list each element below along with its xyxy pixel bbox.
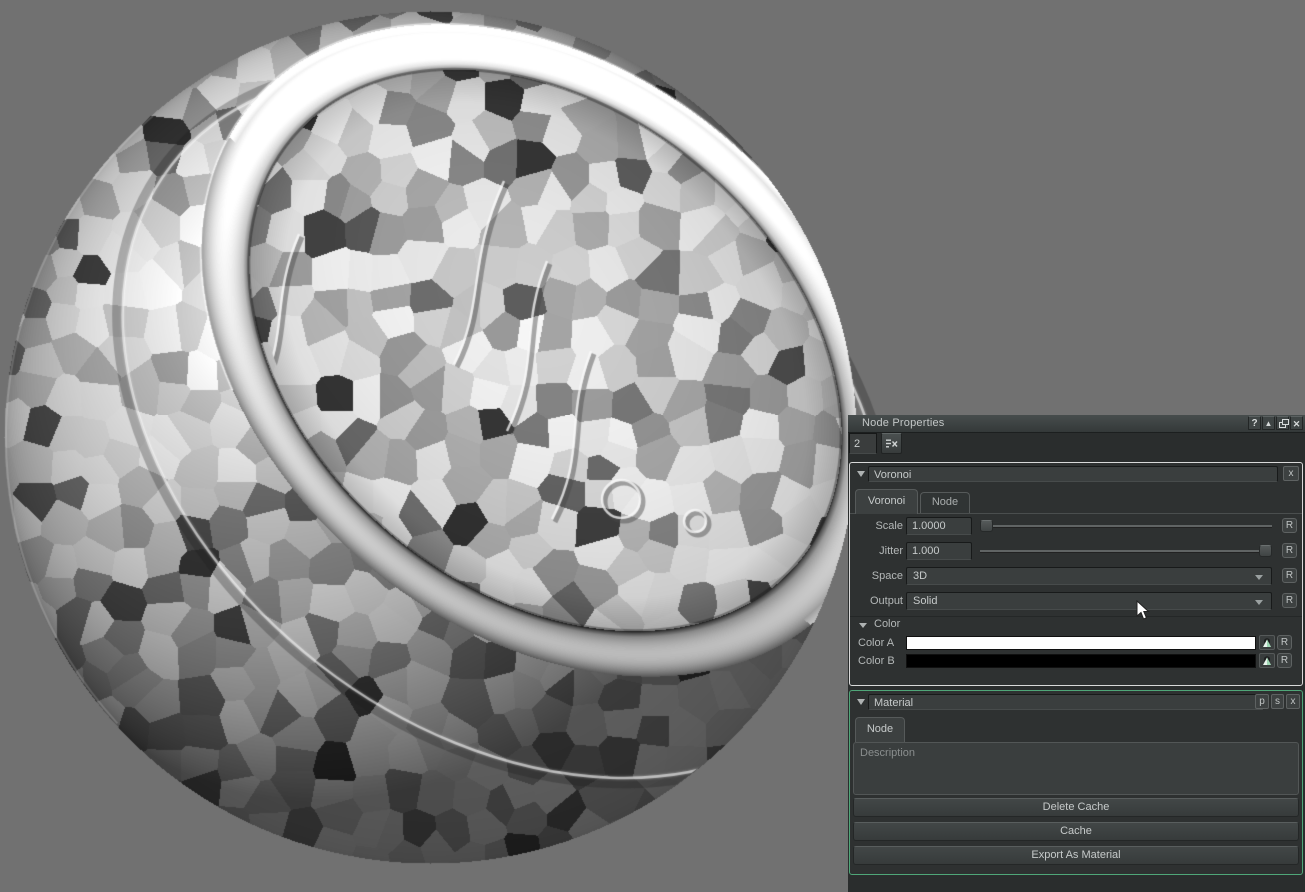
export-as-material-button[interactable]: Export As Material (853, 846, 1299, 865)
collapse-triangle-icon[interactable] (857, 471, 865, 477)
panel-header[interactable]: Node Properties ? ▲ ✕ (848, 415, 1305, 433)
material-title-field[interactable]: Material (868, 694, 1264, 710)
output-row: Output Solid R (850, 591, 1302, 612)
color-a-picker-button[interactable] (1259, 635, 1275, 650)
space-dropdown-value: 3D (913, 570, 927, 582)
scale-input[interactable] (906, 517, 972, 535)
color-b-row: Color B R (850, 653, 1302, 670)
scale-slider[interactable] (980, 518, 1272, 534)
collapse-triangle-icon[interactable] (857, 699, 865, 705)
material-s-button[interactable]: s (1271, 694, 1284, 709)
color-b-label: Color B (858, 653, 895, 669)
color-a-label: Color A (858, 635, 894, 651)
slider-handle[interactable] (980, 520, 993, 532)
space-row: Space 3D R (850, 566, 1302, 587)
output-dropdown[interactable]: Solid (906, 592, 1272, 610)
collapse-triangle-icon (859, 623, 867, 628)
color-b-picker-button[interactable] (1259, 653, 1275, 668)
output-label: Output (850, 591, 903, 611)
space-label: Space (850, 566, 903, 586)
jitter-slider[interactable] (980, 543, 1272, 559)
chevron-down-icon (1255, 575, 1263, 580)
tab-voronoi[interactable]: Voronoi (855, 489, 918, 514)
space-dropdown[interactable]: 3D (906, 567, 1272, 585)
description-textarea[interactable] (853, 742, 1299, 795)
cache-button[interactable]: Cache (853, 822, 1299, 841)
chevron-down-icon (1255, 600, 1263, 605)
clear-list-button[interactable] (881, 433, 902, 454)
material-tabs: Node (850, 717, 1302, 741)
voronoi-tabs: Voronoi Node (850, 489, 1302, 514)
color-picker-icon (1262, 638, 1272, 648)
material-p-button[interactable]: p (1255, 694, 1269, 709)
tab-material-node[interactable]: Node (855, 717, 905, 742)
panel-header-controls: ? ▲ ✕ (1248, 416, 1303, 430)
color-b-reset-button[interactable]: R (1277, 653, 1292, 668)
delete-cache-button[interactable]: Delete Cache (853, 798, 1299, 817)
application-window: Node Properties ? ▲ ✕ Voronoi x (0, 0, 1305, 892)
help-icon[interactable]: ? (1248, 416, 1261, 430)
slider-handle[interactable] (1259, 545, 1272, 557)
color-a-swatch[interactable] (906, 636, 1256, 650)
voronoi-title-field[interactable]: Voronoi (868, 466, 1278, 482)
jitter-input[interactable] (906, 542, 972, 560)
color-picker-icon (1262, 656, 1272, 666)
color-a-row: Color A R (850, 635, 1302, 652)
voronoi-group: Voronoi x Voronoi Node Scale R Jitter (849, 462, 1303, 686)
color-a-reset-button[interactable]: R (1277, 635, 1292, 650)
panel-title: Node Properties (862, 417, 945, 429)
pin-icon[interactable]: ▲ (1262, 416, 1275, 430)
scale-reset-button[interactable]: R (1282, 518, 1297, 533)
color-section-title: Color (874, 618, 900, 630)
voronoi-close-button[interactable]: x (1283, 466, 1299, 481)
mouse-cursor (1136, 600, 1150, 621)
color-b-swatch[interactable] (906, 654, 1256, 668)
jitter-row: Jitter R (850, 541, 1302, 562)
node-properties-panel: Node Properties ? ▲ ✕ Voronoi x (848, 415, 1305, 892)
slider-track (980, 550, 1272, 553)
space-reset-button[interactable]: R (1282, 568, 1297, 583)
restore-icon[interactable] (1276, 416, 1289, 430)
jitter-reset-button[interactable]: R (1282, 543, 1297, 558)
color-section-header[interactable]: Color (850, 616, 1302, 633)
output-reset-button[interactable]: R (1282, 593, 1297, 608)
tab-node[interactable]: Node (920, 492, 970, 513)
slider-track (980, 525, 1272, 528)
selection-count-input[interactable] (849, 433, 877, 454)
clear-list-icon (885, 438, 898, 449)
close-icon[interactable]: ✕ (1290, 416, 1303, 430)
scale-label: Scale (850, 516, 903, 536)
material-close-button[interactable]: x (1286, 694, 1300, 709)
scale-row: Scale R (850, 516, 1302, 537)
material-group: Material p s x Node Delete Cache Cache E… (849, 690, 1303, 875)
jitter-label: Jitter (850, 541, 903, 561)
output-dropdown-value: Solid (913, 595, 937, 607)
